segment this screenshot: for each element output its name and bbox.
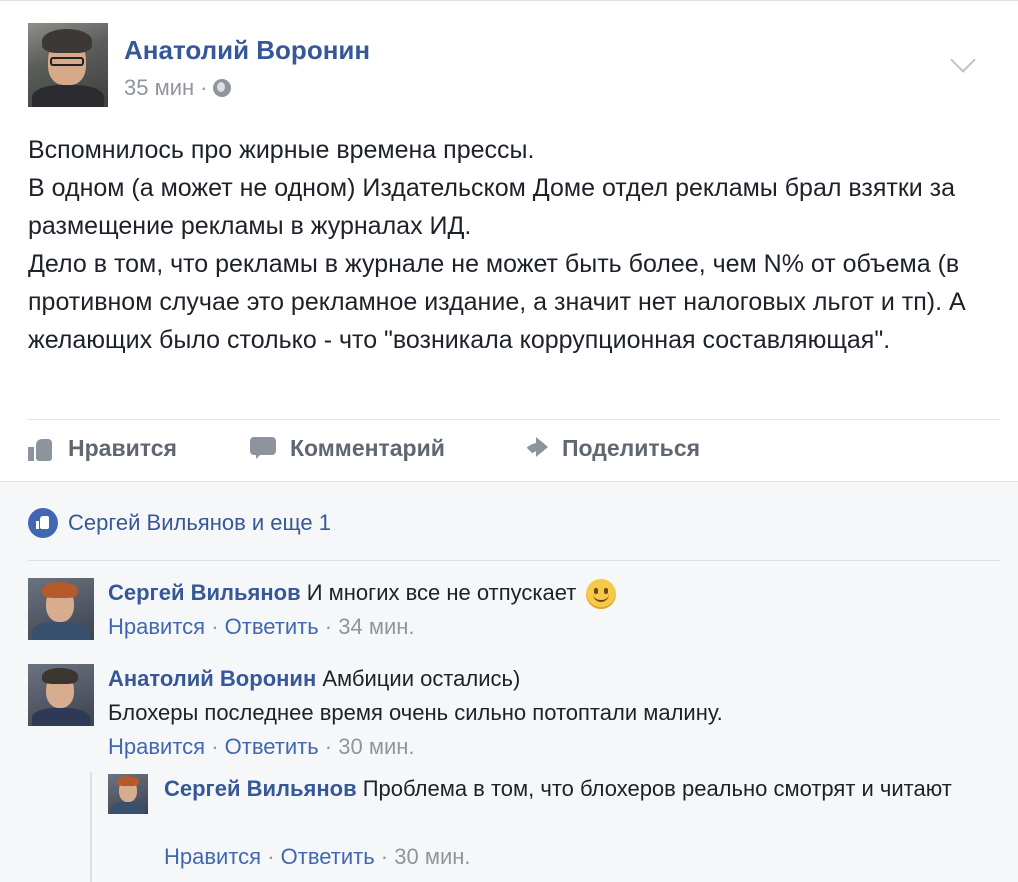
comment-author[interactable]: Анатолий Воронин — [108, 666, 316, 691]
share-icon — [522, 436, 548, 461]
share-button[interactable]: Поделиться — [522, 435, 700, 462]
globe-icon[interactable] — [213, 79, 232, 97]
post-line-3: Дело в том, что рекламы в журнале не мож… — [28, 250, 966, 354]
like-icon — [28, 437, 54, 461]
author-name[interactable]: Анатолий Воронин — [124, 35, 370, 66]
post-header: Анатолий Воронин 35 мин · — [28, 23, 988, 109]
comment-meta: Нравится · Ответить · 34 мин. — [108, 614, 415, 639]
author-avatar[interactable] — [28, 23, 108, 107]
comment-time[interactable]: 30 мин. — [394, 844, 470, 869]
post-line-2: В одном (а может не одном) Издательском … — [28, 174, 956, 240]
comment-reply-link[interactable]: Ответить — [281, 844, 375, 869]
meta-dot: · — [200, 75, 208, 100]
comment-body: Амбиции остались) — [322, 666, 521, 691]
comment-author[interactable]: Сергей Вильянов — [108, 580, 301, 605]
comment-text: Сергей Вильянов Проблема в том, что блох… — [164, 772, 964, 806]
comment-body: Проблема в том, что блохеров реально смо… — [362, 776, 952, 801]
like-badge-icon — [28, 508, 58, 538]
commenter-avatar[interactable] — [28, 664, 94, 726]
comment-reply-link[interactable]: Ответить — [225, 734, 319, 759]
comment-author[interactable]: Сергей Вильянов — [164, 776, 357, 801]
reply-thread-line — [90, 772, 92, 882]
like-button[interactable]: Нравится — [28, 435, 177, 462]
post-body: Вспомнилось про жирные времена прессы. В… — [28, 131, 998, 359]
comment-like-link[interactable]: Нравится — [164, 844, 261, 869]
smiley-icon — [586, 579, 617, 610]
action-bar: Нравится Комментарий Поделиться — [28, 431, 1000, 471]
commenter-avatar[interactable] — [108, 774, 148, 814]
comment-icon — [250, 436, 276, 461]
comment-like-link[interactable]: Нравится — [108, 614, 205, 639]
divider — [28, 560, 1000, 561]
post-meta: 35 мин · — [124, 75, 232, 101]
post-line-1: Вспомнилось про жирные времена прессы. — [28, 136, 535, 164]
comment-time[interactable]: 34 мин. — [338, 614, 414, 639]
comment-text: Сергей Вильянов И многих все не отпускае… — [108, 576, 988, 610]
comment-body: И многих все не отпускает — [306, 580, 577, 605]
comment-like-link[interactable]: Нравится — [108, 734, 205, 759]
likes-summary[interactable]: Сергей Вильянов и еще 1 — [28, 508, 331, 538]
comment-reply-link[interactable]: Ответить — [225, 614, 319, 639]
comment-time[interactable]: 30 мин. — [338, 734, 414, 759]
like-label: Нравится — [68, 435, 177, 461]
post-time[interactable]: 35 мин — [124, 75, 194, 101]
divider — [28, 419, 1000, 420]
comment-meta: Нравится · Ответить · 30 мин. — [108, 734, 415, 759]
chevron-down-icon[interactable] — [950, 47, 976, 73]
comment-body-line-2: Блохеры последнее время очень сильно пот… — [108, 700, 723, 725]
comments-section: Сергей Вильянов и еще 1 Сергей Вильянов … — [0, 481, 1018, 882]
share-label: Поделиться — [562, 435, 701, 461]
commenter-avatar[interactable] — [28, 578, 94, 640]
comment-text: Анатолий Воронин Амбиции остались) Блохе… — [108, 662, 988, 730]
comment-button[interactable]: Комментарий — [250, 435, 445, 462]
comment-label: Комментарий — [290, 435, 445, 461]
comment-meta: Нравится · Ответить · 30 мин. — [164, 844, 471, 869]
likes-summary-text[interactable]: Сергей Вильянов и еще 1 — [68, 510, 331, 536]
post-card: Анатолий Воронин 35 мин · Вспомнилось пр… — [0, 0, 1018, 882]
